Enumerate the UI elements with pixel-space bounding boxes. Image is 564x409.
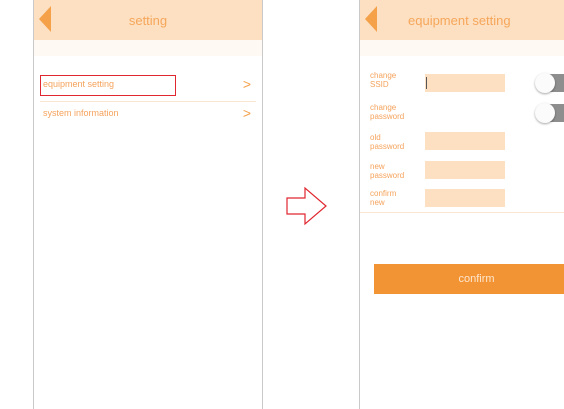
menu-item-label: system information — [43, 108, 119, 118]
transition-arrow-icon — [286, 184, 330, 228]
chevron-right-icon: > — [242, 76, 251, 92]
selection-highlight — [40, 75, 176, 96]
page-title: equipment setting — [408, 13, 511, 28]
old-password-label: old password — [370, 133, 405, 151]
new-password-label: new password — [370, 162, 405, 180]
chevron-right-icon: > — [242, 105, 251, 121]
new-password-input[interactable] — [425, 161, 505, 179]
ssid-input[interactable] — [425, 74, 505, 92]
back-arrow-icon[interactable] — [365, 6, 377, 32]
change-password-toggle[interactable] — [535, 103, 564, 123]
header-bar: setting — [34, 0, 262, 40]
text-caret — [426, 77, 427, 89]
subheader-bar — [34, 40, 262, 56]
page-title: setting — [128, 13, 168, 28]
menu-item-system-information[interactable]: system information > — [34, 101, 262, 127]
divider — [360, 212, 564, 213]
equipment-setting-screen: equipment setting change SSID change pas… — [359, 0, 564, 409]
old-password-input[interactable] — [425, 132, 505, 150]
change-ssid-toggle[interactable] — [535, 73, 564, 93]
change-password-label: change password — [370, 103, 405, 121]
confirm-new-label: confirm new — [370, 189, 397, 207]
confirm-new-input[interactable] — [425, 189, 505, 207]
header-bar: equipment setting — [360, 0, 564, 40]
toggle-knob — [535, 73, 555, 93]
confirm-button[interactable]: confirm — [374, 264, 564, 294]
subheader-bar — [360, 40, 564, 56]
setting-screen: setting equipment setting > system infor… — [33, 0, 263, 409]
change-ssid-label: change SSID — [370, 71, 397, 89]
toggle-knob — [535, 103, 555, 123]
